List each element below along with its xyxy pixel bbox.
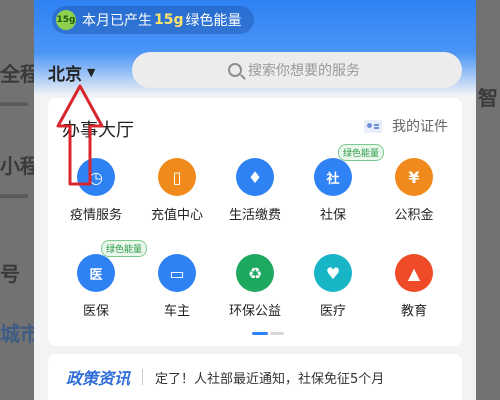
service-label: 公积金 <box>394 208 434 223</box>
service-item[interactable]: ▯ 充值中心 <box>136 158 218 223</box>
search-placeholder: 搜索你想要的服务 <box>248 63 360 79</box>
water-drop-icon: ♦ <box>236 158 274 196</box>
service-label: 医疗 <box>319 304 346 319</box>
background-text: 智 <box>478 86 498 110</box>
my-certificates-link[interactable]: 我的证件 <box>364 116 448 136</box>
service-hall-card: 办事大厅 我的证件 ◷ 疫情服务 ▯ 充值中心 ♦ 生活缴费 社 绿色能量 社保 <box>48 98 462 346</box>
banner-suffix: 绿色能量 <box>185 13 242 29</box>
service-item[interactable]: ¥ 公积金 <box>373 158 455 223</box>
page-indicator <box>252 332 284 335</box>
phone-screen: 15g 本月已产生 15g 绿色能量 北京 ▼ 搜索你想要的服务 办事大厅 我的… <box>34 0 476 400</box>
service-label: 车主 <box>163 304 190 319</box>
service-item[interactable]: ▲ 教育 <box>373 254 455 319</box>
city-selector[interactable]: 北京 ▼ <box>48 60 95 85</box>
my-certificates-label: 我的证件 <box>392 119 448 135</box>
service-label: 教育 <box>400 304 427 319</box>
page-dot-active <box>252 332 268 335</box>
background-subtext: ▂▂▂ <box>0 92 28 106</box>
service-label: 社保 <box>319 208 346 223</box>
city-name: 北京 <box>48 65 82 85</box>
green-energy-badge-icon: 15g <box>56 10 76 30</box>
green-energy-banner[interactable]: 15g 本月已产生 15g 绿色能量 <box>52 6 254 34</box>
house-fund-icon: ¥ <box>395 158 433 196</box>
banner-prefix: 本月已产生 <box>82 13 152 29</box>
medical-insurance-icon: 医 <box>77 254 115 292</box>
background-subtext: ▂▂▂ <box>0 184 28 198</box>
banner-amount: 15g <box>154 12 184 28</box>
background-text: 号 <box>0 262 20 286</box>
policy-news-logo: 政策资讯 <box>66 369 131 388</box>
service-item[interactable]: ♦ 生活缴费 <box>214 158 296 223</box>
page-dot <box>270 332 284 335</box>
phone-icon: ▯ <box>158 158 196 196</box>
service-label: 环保公益 <box>228 304 281 319</box>
service-item[interactable]: ♻ 环保公益 <box>214 254 296 319</box>
service-item[interactable]: 医 绿色能量 医保 <box>55 240 148 319</box>
service-label: 疫情服务 <box>69 208 122 223</box>
service-label: 充值中心 <box>150 208 203 223</box>
recycle-icon: ♻ <box>236 254 274 292</box>
service-item[interactable]: ♥ 医疗 <box>292 254 374 319</box>
service-item[interactable]: ▭ 车主 <box>136 254 218 319</box>
search-input[interactable]: 搜索你想要的服务 <box>132 52 462 88</box>
divider <box>142 369 144 385</box>
service-item[interactable]: 社 绿色能量 社保 <box>292 144 385 223</box>
id-card-icon <box>364 119 382 133</box>
service-label: 医保 <box>82 304 109 319</box>
news-headline: 定了！人社部最近通知，社保免征5个月 <box>155 371 385 387</box>
graduation-cap-icon: ▲ <box>395 254 433 292</box>
policy-news-bar[interactable]: 政策资讯 定了！人社部最近通知，社保免征5个月 <box>48 354 462 400</box>
red-arrow-annotation <box>56 84 104 186</box>
caret-down-icon: ▼ <box>87 66 96 79</box>
car-icon: ▭ <box>158 254 196 292</box>
search-icon <box>228 63 242 77</box>
health-heart-icon: ♥ <box>314 254 352 292</box>
social-security-icon: 社 <box>314 158 352 196</box>
service-label: 生活缴费 <box>228 208 281 223</box>
